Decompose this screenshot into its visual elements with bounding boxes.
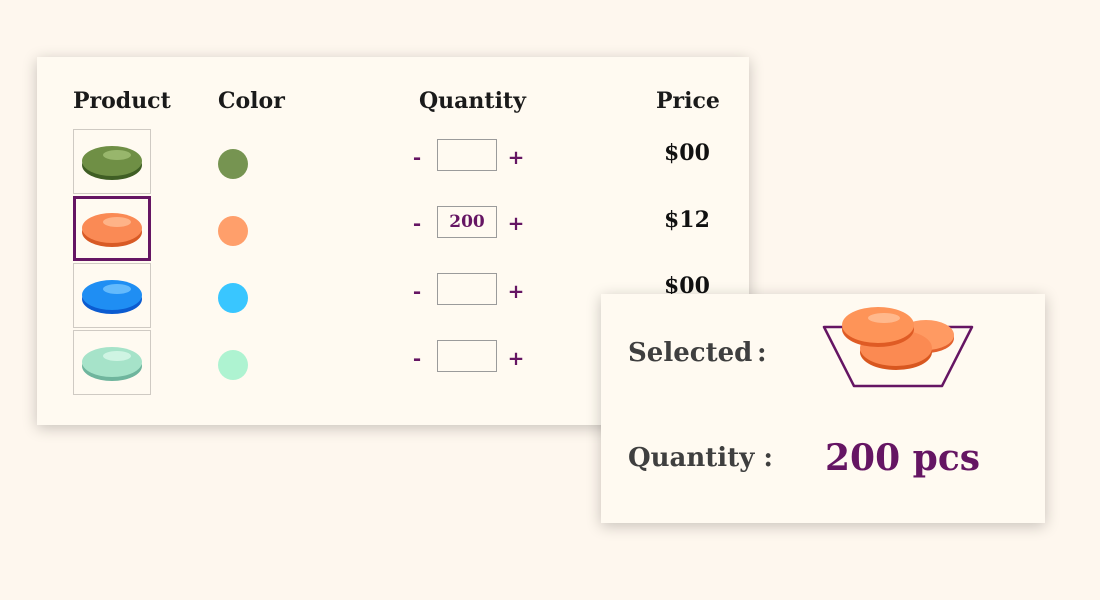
quantity-minus-button[interactable]: - [406,212,428,234]
quantity-input[interactable] [437,206,497,238]
quantity-plus-button[interactable]: + [505,146,527,168]
mint-pill-icon [82,346,142,381]
header-color: Color [218,88,285,114]
quantity-minus-button[interactable]: - [406,146,428,168]
orange-pill-icon [82,212,142,247]
color-swatch-green [218,149,248,179]
quantity-plus-button[interactable]: + [505,212,527,234]
selected-label: Selected [628,338,753,368]
price-value: $12 [664,207,710,233]
quantity-input[interactable] [437,273,497,305]
quantity-minus-button[interactable]: - [406,347,428,369]
quantity-plus-button[interactable]: + [505,347,527,369]
product-thumb-green[interactable] [73,129,151,194]
product-thumb-mint[interactable] [73,330,151,395]
quantity-value: 200 pcs [825,437,981,479]
header-product: Product [73,88,171,114]
product-thumb-blue[interactable] [73,263,151,328]
quantity-minus-button[interactable]: - [406,280,428,302]
green-pill-icon [82,145,142,180]
quantity-input[interactable] [437,139,497,171]
color-swatch-orange [218,216,248,246]
selected-colon: : [757,338,767,368]
quantity-plus-button[interactable]: + [505,280,527,302]
color-swatch-blue [218,283,248,313]
price-value: $00 [664,140,710,166]
header-quantity: Quantity [419,88,526,114]
quantity-input[interactable] [437,340,497,372]
header-price: Price [656,88,720,114]
quantity-label: Quantity : [628,443,773,473]
basket-with-orange-pills-icon [822,307,974,388]
blue-pill-icon [82,279,142,314]
color-swatch-mint [218,350,248,380]
product-thumb-orange[interactable] [73,196,151,261]
